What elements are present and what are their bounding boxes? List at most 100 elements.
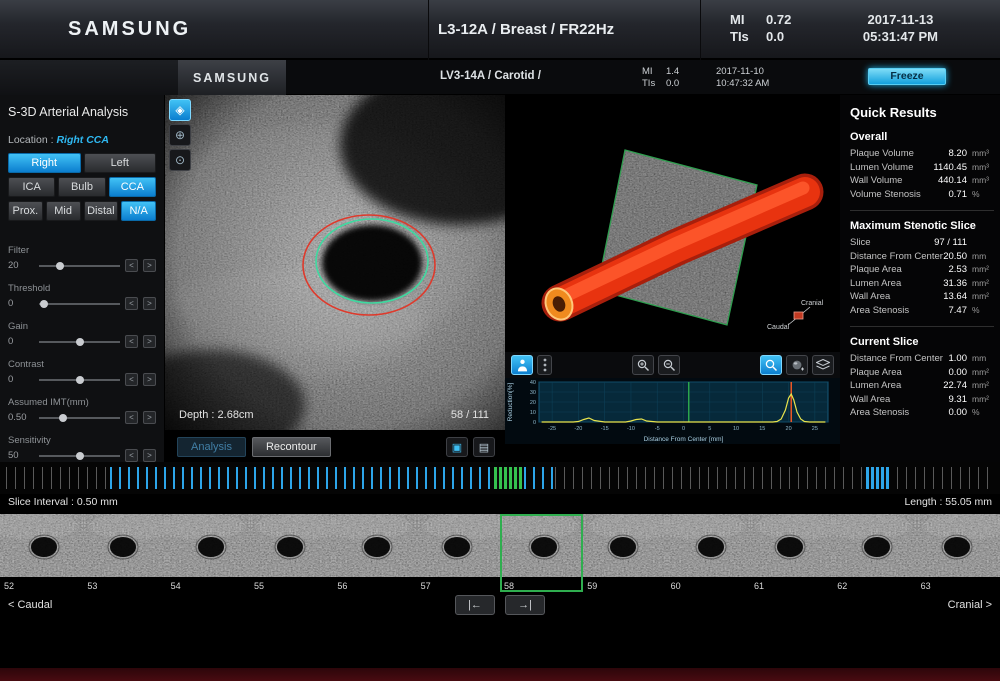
slider-thumb[interactable] <box>40 300 48 308</box>
cranial-axis-label: Cranial <box>801 300 824 307</box>
result-value: 1140.45 <box>933 161 967 175</box>
header-divider <box>700 0 701 60</box>
vessel-3d-view[interactable]: Cranial Caudal <box>505 95 840 352</box>
side-button-left[interactable]: Left <box>84 153 157 173</box>
image-tool-column: ◈ ⊕ ⊙ <box>169 99 191 171</box>
freeze-button[interactable]: Freeze <box>868 68 946 85</box>
position-button-mid[interactable]: Mid <box>46 201 81 221</box>
volume-render-button[interactable] <box>786 355 808 375</box>
orientation-marker-button[interactable]: ◈ <box>169 99 191 121</box>
slider-decrement-button[interactable]: < <box>125 373 138 386</box>
thumbnail-image <box>750 514 834 577</box>
slider-decrement-button[interactable]: < <box>125 449 138 462</box>
slice-thumbnail[interactable]: 52 <box>0 514 83 592</box>
panel-title: S-3D Arterial Analysis <box>8 105 156 119</box>
ultrasound-image[interactable] <box>165 95 505 430</box>
result-value: 0.00 <box>949 366 968 380</box>
slider-value: 0.50 <box>8 412 34 423</box>
thumbnail-image <box>417 514 501 577</box>
slider-track[interactable] <box>39 265 120 267</box>
position-button-prox[interactable]: Prox. <box>8 201 43 221</box>
report-icon: ▤ <box>479 441 489 454</box>
slice-thumbnail[interactable]: 62 <box>833 514 916 592</box>
acquisition-date: 2017-11-10 <box>716 66 769 78</box>
target-icon: ⊕ <box>175 128 185 142</box>
slice-position-ruler[interactable] <box>0 462 1000 494</box>
section-title: Overall <box>850 131 994 143</box>
slider-thumb[interactable] <box>59 414 67 422</box>
position-button-na[interactable]: N/A <box>121 201 156 221</box>
mi-value-small: 1.4 <box>666 66 679 78</box>
slider-decrement-button[interactable]: < <box>125 259 138 272</box>
circle-tool-button[interactable]: ⊙ <box>169 149 191 171</box>
position-button-distal[interactable]: Distal <box>84 201 119 221</box>
slice-thumbnail[interactable]: 59 <box>583 514 666 592</box>
result-row: Plaque Area 2.53 mm² <box>850 263 994 277</box>
thumbnail-image <box>0 514 84 577</box>
slider-thumb[interactable] <box>76 452 84 460</box>
previous-slice-button[interactable]: |← <box>455 595 495 615</box>
slice-thumbnail[interactable]: 53 <box>83 514 166 592</box>
result-row: Distance From Center 1.00 mm <box>850 352 994 366</box>
slider-track[interactable] <box>39 303 120 305</box>
slider-increment-button[interactable]: > <box>143 449 156 462</box>
next-slice-button[interactable]: →| <box>505 595 545 615</box>
slider-thumb[interactable] <box>56 262 64 270</box>
result-row: Plaque Volume 8.20 mm³ <box>850 147 994 161</box>
slice-thumbnail[interactable]: 58 <box>500 514 583 592</box>
slice-thumbnail[interactable]: 63 <box>917 514 1000 592</box>
slider-label: Assumed IMT(mm) <box>8 397 156 408</box>
slider-track[interactable] <box>39 455 120 457</box>
slice-layers-button[interactable] <box>812 355 834 375</box>
segment-button-ica[interactable]: ICA <box>8 177 55 197</box>
recontour-button[interactable]: Recontour <box>252 437 331 457</box>
magnify-mode-button[interactable] <box>760 355 782 375</box>
slider-decrement-button[interactable]: < <box>125 297 138 310</box>
options-menu-button[interactable] <box>537 355 552 375</box>
slider-increment-button[interactable]: > <box>143 259 156 272</box>
quick-results-panel: Quick Results Overall Plaque Volume 8.20… <box>840 95 1000 462</box>
slider-increment-button[interactable]: > <box>143 297 156 310</box>
slice-thumbnail[interactable]: 61 <box>750 514 833 592</box>
slider-track[interactable] <box>39 379 120 381</box>
target-tool-button[interactable]: ⊕ <box>169 124 191 146</box>
section-title: Current Slice <box>850 336 994 348</box>
dual-display-button[interactable]: ▣ <box>446 437 468 457</box>
slider-increment-button[interactable]: > <box>143 411 156 424</box>
zoom-in-button[interactable] <box>632 355 654 375</box>
slider-increment-button[interactable]: > <box>143 335 156 348</box>
analysis-button[interactable]: Analysis <box>177 437 246 457</box>
svg-text:5: 5 <box>708 426 711 432</box>
slider-increment-button[interactable]: > <box>143 373 156 386</box>
report-button[interactable]: ▤ <box>473 437 495 457</box>
slider-thumb[interactable] <box>76 338 84 346</box>
top-header-bar: SAMSUNG L3-12A / Breast / FR22Hz MI0.72 … <box>0 0 1000 60</box>
slice-thumbnail[interactable]: 57 <box>417 514 500 592</box>
result-row: Distance From Center 20.50 mm <box>850 250 994 264</box>
segment-button-bulb[interactable]: Bulb <box>58 177 105 197</box>
slice-thumbnail[interactable]: 54 <box>167 514 250 592</box>
slider-label: Threshold <box>8 283 156 294</box>
slider-decrement-button[interactable]: < <box>125 335 138 348</box>
slider-row: Sensitivity 50 < > <box>8 435 156 462</box>
slice-thumbnail[interactable]: 60 <box>667 514 750 592</box>
slice-thumbnail[interactable]: 55 <box>250 514 333 592</box>
slice-thumbnail[interactable]: 56 <box>333 514 416 592</box>
result-unit: mm² <box>967 393 994 407</box>
zoom-out-button[interactable] <box>658 355 680 375</box>
acquisition-info-bar: SAMSUNG LV3-14A / Carotid / MI1.4 TIs0.0… <box>0 60 1000 95</box>
ultrasound-slice-view: ◈ ⊕ ⊙ Depth : 2.68cm 58 / 111 Analysis R… <box>165 95 505 462</box>
result-row: Plaque Area 0.00 mm² <box>850 366 994 380</box>
result-row: Area Stenosis 7.47 % <box>850 304 994 318</box>
slider-track[interactable] <box>39 341 120 343</box>
result-unit: mm² <box>967 379 994 393</box>
slider-thumb[interactable] <box>76 376 84 384</box>
header-divider <box>428 0 429 60</box>
body-marker-button[interactable] <box>511 355 533 375</box>
result-label: Area Stenosis <box>850 304 949 318</box>
slider-decrement-button[interactable]: < <box>125 411 138 424</box>
svg-text:20: 20 <box>786 426 792 432</box>
segment-button-cca[interactable]: CCA <box>109 177 156 197</box>
side-button-right[interactable]: Right <box>8 153 81 173</box>
slider-track[interactable] <box>39 417 120 419</box>
